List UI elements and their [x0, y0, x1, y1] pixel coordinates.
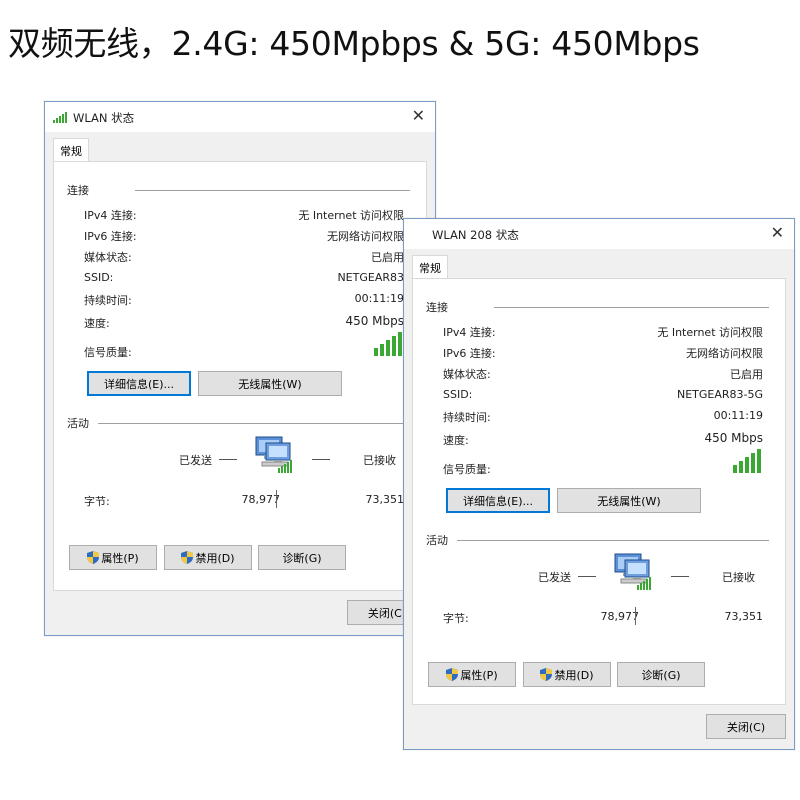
general-panel: 连接 IPv4 连接: 无 Internet 访问权限 IPv6 连接: 无网络… [412, 278, 786, 705]
ssid-value: NETGEAR83 [337, 271, 404, 284]
window-title: WLAN 208 状态 [432, 228, 519, 242]
shield-icon [446, 668, 459, 681]
diagnose-button[interactable]: 诊断(G) [258, 545, 346, 570]
close-icon[interactable]: ✕ [412, 107, 425, 125]
properties-button[interactable]: 属性(P) [428, 662, 516, 687]
received-dash [312, 459, 330, 460]
speed-label: 速度: [443, 434, 469, 447]
sent-label: 已发送 [179, 454, 212, 467]
sent-dash [219, 459, 237, 460]
ipv4-label: IPv4 连接: [443, 326, 496, 339]
section-divider [494, 307, 769, 308]
ipv6-value: 无网络访问权限 [686, 347, 763, 360]
wireless-properties-button[interactable]: 无线属性(W) [198, 371, 342, 396]
disable-button-label: 禁用(D) [195, 551, 235, 565]
section-divider [457, 540, 769, 541]
details-button[interactable]: 详细信息(E)... [87, 371, 191, 396]
bytes-separator [276, 490, 277, 508]
ipv6-label: IPv6 连接: [84, 230, 137, 243]
network-computer-icon [614, 553, 651, 590]
bytes-separator [635, 607, 636, 625]
tab-general[interactable]: 常规 [412, 255, 448, 279]
media-state-label: 媒体状态: [84, 251, 132, 264]
diagnose-button[interactable]: 诊断(G) [617, 662, 705, 687]
received-label: 已接收 [363, 454, 396, 467]
disable-button[interactable]: 禁用(D) [164, 545, 252, 570]
media-state-value: 已启用 [730, 368, 763, 381]
title-bar[interactable]: WLAN 状态 ✕ [45, 102, 435, 132]
wifi-signal-icon [53, 112, 67, 123]
ssid-value: NETGEAR83-5G [676, 388, 763, 401]
disable-button[interactable]: 禁用(D) [523, 662, 611, 687]
bytes-sent-value: 78,977 [241, 493, 281, 506]
ssid-label: SSID: [84, 271, 114, 284]
ipv6-value: 无网络访问权限 [327, 230, 404, 243]
window-title: WLAN 状态 [73, 111, 135, 125]
ipv4-value: 无 Internet 访问权限 [298, 209, 404, 222]
wireless-properties-button[interactable]: 无线属性(W) [557, 488, 701, 513]
connection-section-label: 连接 [426, 301, 448, 314]
window-body: 常规 连接 IPv4 连接: 无 Internet 访问权限 IPv6 连接: … [404, 249, 794, 749]
properties-button-label: 属性(P) [101, 551, 139, 565]
wlan-status-window: WLAN 状态 ✕ 常规 连接 IPv4 连接: 无 Internet 访问权限… [44, 101, 436, 636]
properties-button[interactable]: 属性(P) [69, 545, 157, 570]
shield-icon [540, 668, 553, 681]
bytes-label: 字节: [84, 495, 110, 508]
speed-value: 450 Mbps [345, 314, 404, 328]
activity-section-label: 活动 [426, 534, 448, 547]
media-state-label: 媒体状态: [443, 368, 491, 381]
ssid-label: SSID: [443, 388, 473, 401]
general-panel: 连接 IPv4 连接: 无 Internet 访问权限 IPv6 连接: 无网络… [53, 161, 427, 591]
title-bar[interactable]: WLAN 208 状态 ✕ [404, 219, 794, 249]
connection-section-label: 连接 [67, 184, 89, 197]
section-divider [135, 190, 410, 191]
ipv6-label: IPv6 连接: [443, 347, 496, 360]
duration-value: 00:11:19 [354, 292, 404, 305]
signal-strength-icon [374, 332, 402, 356]
disable-button-label: 禁用(D) [554, 668, 594, 682]
headline: 双频无线，2.4G: 450Mpbps & 5G: 450Mbps [8, 24, 700, 63]
sent-label: 已发送 [538, 571, 571, 584]
received-dash [671, 576, 689, 577]
signal-strength-icon [733, 449, 761, 473]
duration-value: 00:11:19 [713, 409, 763, 422]
duration-label: 持续时间: [443, 411, 491, 424]
tab-general[interactable]: 常规 [53, 138, 89, 162]
shield-icon [181, 551, 194, 564]
close-button[interactable]: 关闭(C) [706, 714, 786, 739]
speed-label: 速度: [84, 317, 110, 330]
bytes-received-value: 73,351 [724, 610, 764, 623]
sent-dash [578, 576, 596, 577]
section-divider [98, 423, 410, 424]
media-state-value: 已启用 [371, 251, 404, 264]
ipv4-value: 无 Internet 访问权限 [657, 326, 763, 339]
network-computer-icon [255, 436, 292, 473]
window-body: 常规 连接 IPv4 连接: 无 Internet 访问权限 IPv6 连接: … [45, 132, 435, 635]
bytes-label: 字节: [443, 612, 469, 625]
bytes-received-value: 73,351 [365, 493, 405, 506]
received-label: 已接收 [722, 571, 755, 584]
signal-quality-label: 信号质量: [84, 346, 132, 359]
bytes-sent-value: 78,977 [600, 610, 640, 623]
duration-label: 持续时间: [84, 294, 132, 307]
details-button[interactable]: 详细信息(E)... [446, 488, 550, 513]
properties-button-label: 属性(P) [460, 668, 498, 682]
close-icon[interactable]: ✕ [771, 224, 784, 242]
shield-icon [87, 551, 100, 564]
speed-value: 450 Mbps [704, 431, 763, 445]
ipv4-label: IPv4 连接: [84, 209, 137, 222]
signal-quality-label: 信号质量: [443, 463, 491, 476]
activity-section-label: 活动 [67, 417, 89, 430]
wlan-208-status-window: WLAN 208 状态 ✕ 常规 连接 IPv4 连接: 无 Internet … [403, 218, 795, 750]
